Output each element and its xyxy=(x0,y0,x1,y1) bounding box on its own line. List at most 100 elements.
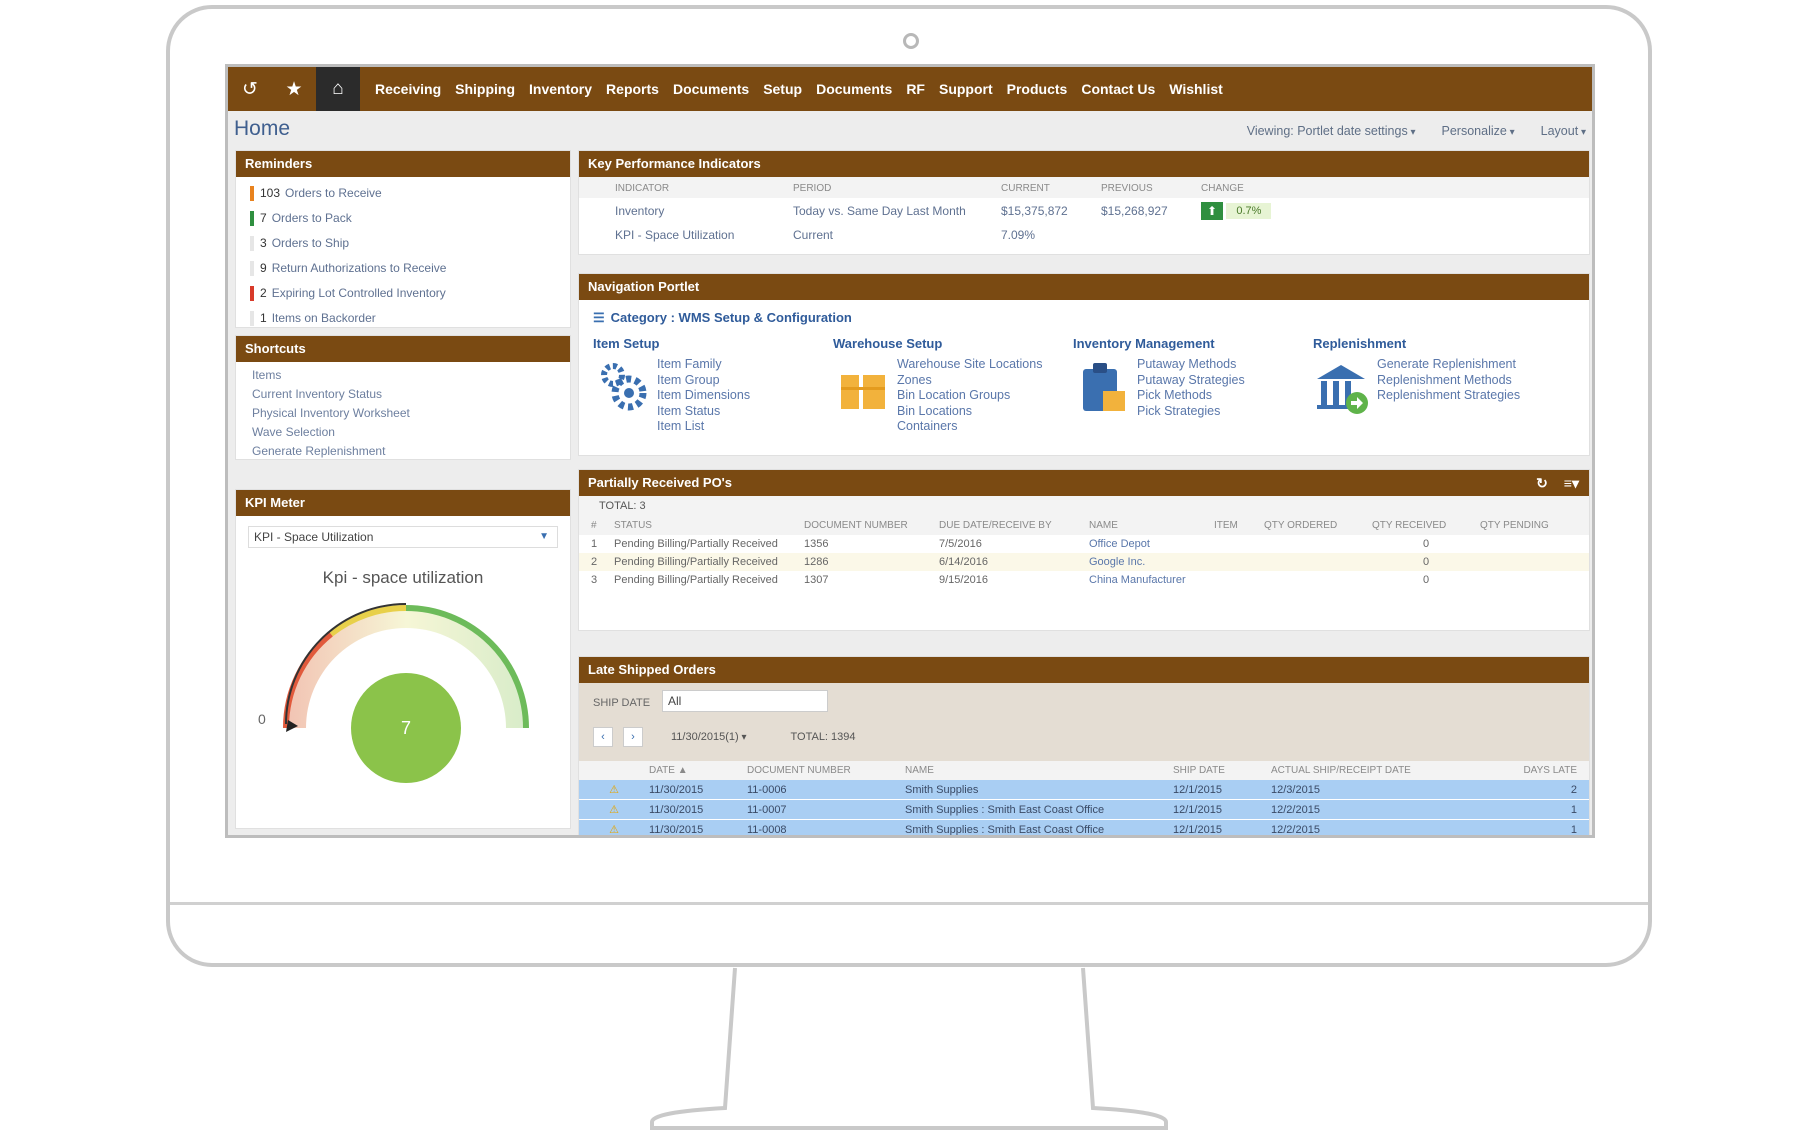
nav-link-item-list[interactable]: Item List xyxy=(657,419,750,435)
nav-link-item-status[interactable]: Item Status xyxy=(657,404,750,420)
shortcut-wave-selection[interactable]: Wave Selection xyxy=(252,423,554,442)
nav-shipping[interactable]: Shipping xyxy=(448,81,522,97)
nav-support[interactable]: Support xyxy=(932,81,1000,97)
nav-link-item-dimensions[interactable]: Item Dimensions xyxy=(657,388,750,404)
nav-link-replenishment-strategies[interactable]: Replenishment Strategies xyxy=(1377,388,1520,404)
po-cell-num: 2 xyxy=(579,553,614,571)
shortcut-items[interactable]: Items xyxy=(252,366,554,385)
reminder-status-bar xyxy=(250,311,254,326)
nav-link-pick-strategies[interactable]: Pick Strategies xyxy=(1137,404,1245,420)
nav-wishlist[interactable]: Wishlist xyxy=(1162,81,1230,97)
nav-contact-us[interactable]: Contact Us xyxy=(1074,81,1162,97)
reminder-item[interactable]: 7 Orders to Pack xyxy=(250,206,556,231)
kpi-header-indicator: INDICATOR xyxy=(615,177,793,198)
date-range-dropdown[interactable]: 11/30/2015(1) xyxy=(671,731,747,743)
nav-link-putaway-strategies[interactable]: Putaway Strategies xyxy=(1137,373,1245,389)
shortcut-current-inventory-status[interactable]: Current Inventory Status xyxy=(252,385,554,404)
nav-link-bin-locations[interactable]: Bin Locations xyxy=(897,404,1042,420)
ship-date-input[interactable]: All xyxy=(662,690,828,712)
late-cell-actual: 12/3/2015 xyxy=(1271,780,1491,800)
reminder-label: Return Authorizations to Receive xyxy=(271,261,447,275)
nav-link-zones[interactable]: Zones xyxy=(897,373,1042,389)
nav-setup[interactable]: Setup xyxy=(756,81,809,97)
kpi-header-previous: PREVIOUS xyxy=(1101,177,1201,198)
table-row[interactable]: 2 Pending Billing/Partially Received 128… xyxy=(579,553,1589,571)
nav-link-generate-replenishment[interactable]: Generate Replenishment xyxy=(1377,357,1520,373)
kpi-current: $15,375,872 xyxy=(1001,204,1068,218)
nav-link-containers[interactable]: Containers xyxy=(897,419,1042,435)
category-heading[interactable]: ☰ Category : WMS Setup & Configuration xyxy=(579,300,1589,332)
reminder-status-bar xyxy=(250,211,254,226)
table-row[interactable]: ⚠ 11/30/2015 11-0008 Smith Supplies : Sm… xyxy=(579,819,1589,835)
nav-products[interactable]: Products xyxy=(1000,81,1075,97)
po-cell-due: 9/15/2016 xyxy=(939,574,988,586)
po-header-doc: DOCUMENT NUMBER xyxy=(804,516,939,535)
po-title: Partially Received PO's xyxy=(588,475,733,490)
nav-link-pick-methods[interactable]: Pick Methods xyxy=(1137,388,1245,404)
reminder-item[interactable]: 1 Items on Backorder xyxy=(250,306,556,331)
navigation-portlet-title: Navigation Portlet xyxy=(579,274,1589,300)
po-cell-name[interactable]: China Manufacturer xyxy=(1089,571,1214,589)
table-row[interactable]: ⚠ 11/30/2015 11-0007 Smith Supplies : Sm… xyxy=(579,799,1589,820)
reminder-item[interactable]: 103 Orders to Receive xyxy=(250,181,556,206)
nav-link-putaway-methods[interactable]: Putaway Methods xyxy=(1137,357,1245,373)
prev-page-button[interactable]: ‹ xyxy=(593,727,613,747)
personalize-dropdown[interactable]: Personalize xyxy=(1442,124,1515,138)
table-row[interactable]: 1 Pending Billing/Partially Received 135… xyxy=(579,535,1589,553)
reminder-item[interactable]: 9 Return Authorizations to Receive xyxy=(250,256,556,281)
reminder-item[interactable]: 2 Expiring Lot Controlled Inventory xyxy=(250,281,556,306)
nav-rf[interactable]: RF xyxy=(899,81,932,97)
late-cell-doc: 11-0008 xyxy=(747,819,905,835)
po-header-qty-pending: QTY PENDING xyxy=(1480,516,1589,535)
po-cell-doc: 1286 xyxy=(804,553,939,571)
kpi-header-change: CHANGE xyxy=(1201,177,1589,198)
nav-receiving[interactable]: Receiving xyxy=(368,81,448,97)
late-cell-days: 1 xyxy=(1491,819,1589,835)
late-cell-days: 1 xyxy=(1491,799,1589,820)
boxes-icon xyxy=(841,375,885,409)
nav-inventory[interactable]: Inventory xyxy=(522,81,599,97)
nav-link-replenishment-methods[interactable]: Replenishment Methods xyxy=(1377,373,1520,389)
reminders-title: Reminders xyxy=(236,151,570,177)
kpi-row: Inventory Today vs. Same Day Last Month … xyxy=(579,198,1589,224)
nav-documents[interactable]: Documents xyxy=(666,81,756,97)
table-row[interactable]: ⚠ 11/30/2015 11-0006 Smith Supplies 12/1… xyxy=(579,780,1589,800)
partially-received-pos-portlet: Partially Received PO's ↻ ≡▾ TOTAL: 3 # … xyxy=(578,469,1590,631)
nav-link-item-group[interactable]: Item Group xyxy=(657,373,750,389)
kpi-indicator: Inventory xyxy=(615,204,665,218)
viewing-settings-dropdown[interactable]: Viewing: Portlet date settings xyxy=(1247,124,1416,138)
table-row[interactable]: 3 Pending Billing/Partially Received 130… xyxy=(579,571,1589,589)
reminder-label: Orders to Ship xyxy=(271,236,350,250)
late-header-actual: ACTUAL SHIP/RECEIPT DATE xyxy=(1271,761,1491,780)
refresh-icon[interactable]: ↻ xyxy=(1536,470,1548,496)
late-cell-ship: 12/1/2015 xyxy=(1173,780,1271,800)
po-cell-name[interactable]: Google Inc. xyxy=(1089,553,1214,571)
late-header-date[interactable]: DATE ▲ xyxy=(649,761,747,780)
menu-icon[interactable]: ≡▾ xyxy=(1564,470,1579,496)
layout-dropdown[interactable]: Layout xyxy=(1541,124,1586,138)
kpi-current: 7.09% xyxy=(1001,228,1036,242)
nav-link-item-family[interactable]: Item Family xyxy=(657,357,750,373)
shortcut-physical-inventory-worksheet[interactable]: Physical Inventory Worksheet xyxy=(252,404,554,423)
warning-icon: ⚠ xyxy=(609,784,619,796)
next-page-button[interactable]: › xyxy=(623,727,643,747)
reminder-item[interactable]: 3 Orders to Ship xyxy=(250,231,556,256)
nav-link-warehouse-site-locations[interactable]: Warehouse Site Locations xyxy=(897,357,1042,373)
app-screen: ↺ ★ ⌂ Receiving Shipping Inventory Repor… xyxy=(225,64,1595,838)
gears-icon xyxy=(601,363,647,411)
late-cell-date: 11/30/2015 xyxy=(649,799,747,820)
po-cell-num: 1 xyxy=(591,538,598,550)
po-cell-name[interactable]: Office Depot xyxy=(1089,535,1214,553)
nav-documents-2[interactable]: Documents xyxy=(809,81,899,97)
history-icon[interactable]: ↺ xyxy=(228,67,272,111)
star-icon[interactable]: ★ xyxy=(272,67,316,111)
kpi-meter-select[interactable]: KPI - Space Utilization xyxy=(248,526,558,548)
po-cell-received: 0 xyxy=(1422,538,1430,550)
home-icon[interactable]: ⌂ xyxy=(316,67,360,111)
po-cell-status: Pending Billing/Partially Received xyxy=(614,553,804,571)
shortcut-generate-replenishment[interactable]: Generate Replenishment xyxy=(252,442,554,461)
nav-reports[interactable]: Reports xyxy=(599,81,666,97)
kpi-meter-title: KPI Meter xyxy=(236,490,570,516)
late-cell-doc: 11-0007 xyxy=(747,799,905,820)
nav-link-bin-location-groups[interactable]: Bin Location Groups xyxy=(897,388,1042,404)
